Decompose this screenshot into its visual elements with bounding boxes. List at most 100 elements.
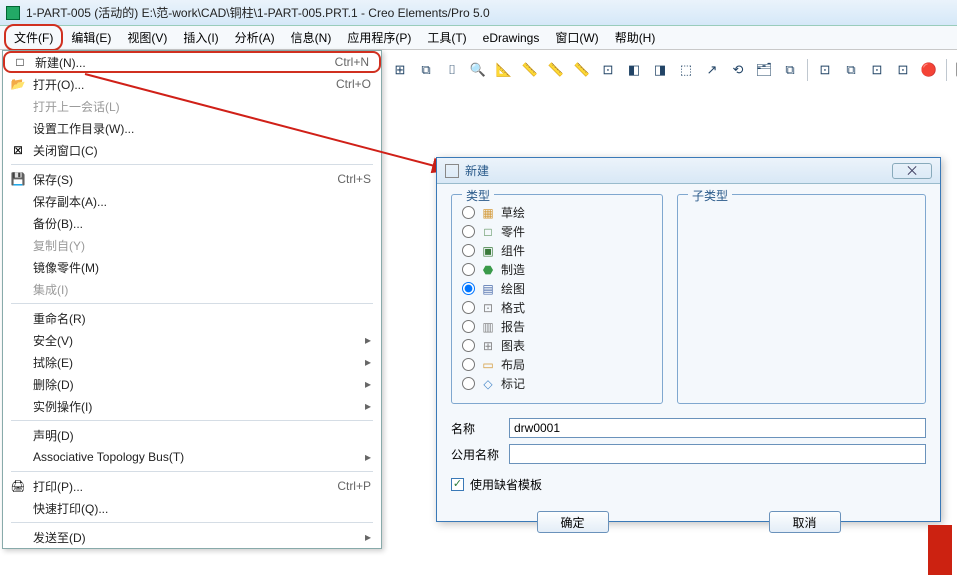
menu-item[interactable]: 设置工作目录(W)... <box>3 117 381 139</box>
menu-工具[interactable]: 工具(T) <box>419 26 474 49</box>
type-radio-row[interactable]: ▤绘图 <box>462 279 652 298</box>
menu-item[interactable]: 备份(B)... <box>3 212 381 234</box>
menu-窗口[interactable]: 窗口(W) <box>547 26 606 49</box>
menu-item[interactable]: 镜像零件(M) <box>3 256 381 278</box>
toolbar-button[interactable]: 🗂 <box>752 58 776 82</box>
type-radio[interactable] <box>462 225 475 238</box>
ok-button[interactable]: 确定 <box>537 511 609 533</box>
type-icon: ▭ <box>481 358 495 372</box>
type-radio-row[interactable]: ⬣制造 <box>462 260 652 279</box>
toolbar-button[interactable]: 📏 <box>518 58 542 82</box>
menu-item-shortcut: ▸ <box>365 399 371 413</box>
red-accent-bar <box>928 525 952 575</box>
toolbar-button[interactable]: ⬚ <box>674 58 698 82</box>
use-default-template-checkbox[interactable]: ✓ 使用缺省模板 <box>451 476 926 493</box>
toolbar-button[interactable]: ⧉ <box>839 58 863 82</box>
menu-item-icon: 📂 <box>9 76 27 92</box>
toolbar-button[interactable]: ⊡ <box>596 58 620 82</box>
menu-item[interactable]: 🖨打印(P)...Ctrl+P <box>3 475 381 497</box>
dialog-title: 新建 <box>465 162 892 179</box>
toolbar-button[interactable]: ⊡ <box>865 58 889 82</box>
menu-文件[interactable]: 文件(F) <box>4 24 63 51</box>
menu-item[interactable]: 重命名(R) <box>3 307 381 329</box>
toolbar-button[interactable]: ⌷ <box>440 58 464 82</box>
type-radio[interactable] <box>462 244 475 257</box>
menu-item-label: 关闭窗口(C) <box>33 142 371 159</box>
toolbar-button[interactable]: ⊡ <box>813 58 837 82</box>
toolbar-button[interactable]: ⊡ <box>891 58 915 82</box>
type-icon: ⊡ <box>481 301 495 315</box>
menu-插入[interactable]: 插入(I) <box>175 26 226 49</box>
menu-帮助[interactable]: 帮助(H) <box>607 26 664 49</box>
menu-item-shortcut: ▸ <box>365 377 371 391</box>
menu-item[interactable]: 发送至(D)▸ <box>3 526 381 548</box>
menu-item[interactable]: 💾保存(S)Ctrl+S <box>3 168 381 190</box>
toolbar-button[interactable]: ◨ <box>648 58 672 82</box>
toolbar-button[interactable]: ⟲ <box>726 58 750 82</box>
menu-item[interactable]: 安全(V)▸ <box>3 329 381 351</box>
menu-信息[interactable]: 信息(N) <box>283 26 340 49</box>
menu-应用程序[interactable]: 应用程序(P) <box>339 26 419 49</box>
menu-item-icon: ⊠ <box>9 142 27 158</box>
type-radio[interactable] <box>462 263 475 276</box>
type-radio-row[interactable]: ▣组件 <box>462 241 652 260</box>
menu-item[interactable]: ⊠ 关闭窗口(C) <box>3 139 381 161</box>
commonname-input[interactable] <box>509 444 926 464</box>
menu-item[interactable]: 保存副本(A)... <box>3 190 381 212</box>
type-radio[interactable] <box>462 206 475 219</box>
name-input[interactable] <box>509 418 926 438</box>
menu-item-label: Associative Topology Bus(T) <box>33 450 365 464</box>
type-radio[interactable] <box>462 358 475 371</box>
toolbar-button[interactable]: 📐 <box>492 58 516 82</box>
type-radio[interactable] <box>462 320 475 333</box>
type-radio[interactable] <box>462 339 475 352</box>
menu-编辑[interactable]: 编辑(E) <box>63 26 119 49</box>
menu-item[interactable]: 拭除(E)▸ <box>3 351 381 373</box>
toolbar-button[interactable]: 🔍 <box>466 58 490 82</box>
menu-item[interactable]: 删除(D)▸ <box>3 373 381 395</box>
menu-item-label: 集成(I) <box>33 281 371 298</box>
menu-item-icon <box>9 500 27 516</box>
menu-item[interactable]: Associative Topology Bus(T)▸ <box>3 446 381 468</box>
menu-item-icon <box>9 281 27 297</box>
menu-item[interactable]: 快速打印(Q)... <box>3 497 381 519</box>
type-radio-row[interactable]: □零件 <box>462 222 652 241</box>
type-radio-row[interactable]: ▥报告 <box>462 317 652 336</box>
toolbar-button[interactable]: 🔲 <box>952 58 957 82</box>
toolbar-button[interactable]: 📏 <box>544 58 568 82</box>
menu-item-label: 快速打印(Q)... <box>33 500 371 517</box>
type-radio[interactable] <box>462 301 475 314</box>
cancel-button[interactable]: 取消 <box>769 511 841 533</box>
type-icon: ▣ <box>481 244 495 258</box>
menu-视图[interactable]: 视图(V) <box>119 26 175 49</box>
type-icon: ⬣ <box>481 263 495 277</box>
menu-separator <box>11 420 373 421</box>
menu-分析[interactable]: 分析(A) <box>227 26 283 49</box>
type-radio[interactable] <box>462 377 475 390</box>
type-radio[interactable] <box>462 282 475 295</box>
dialog-close-button[interactable]: ⨉ <box>892 163 932 179</box>
menu-edrawings[interactable]: eDrawings <box>475 28 548 48</box>
menu-item-shortcut: ▸ <box>365 530 371 544</box>
toolbar-button[interactable]: ↗ <box>700 58 724 82</box>
type-radio-row[interactable]: ▦草绘 <box>462 203 652 222</box>
menu-item[interactable]: □新建(N)...Ctrl+N <box>3 51 381 73</box>
menu-item-icon <box>9 215 27 231</box>
menu-item[interactable]: 📂打开(O)...Ctrl+O <box>3 73 381 95</box>
toolbar-button[interactable]: 📏 <box>570 58 594 82</box>
toolbar-button[interactable]: ⊞ <box>388 58 412 82</box>
toolbar-button[interactable]: ⧉ <box>778 58 802 82</box>
menu-item[interactable]: 实例操作(I)▸ <box>3 395 381 417</box>
menu-item[interactable]: 声明(D) <box>3 424 381 446</box>
menu-item-label: 重命名(R) <box>33 310 371 327</box>
toolbar-button[interactable]: ◧ <box>622 58 646 82</box>
menu-item-label: 声明(D) <box>33 427 371 444</box>
type-radio-row[interactable]: ⊡格式 <box>462 298 652 317</box>
type-radio-row[interactable]: ⊞图表 <box>462 336 652 355</box>
menu-item-label: 安全(V) <box>33 332 365 349</box>
toolbar-button[interactable]: ⧉ <box>414 58 438 82</box>
type-radio-row[interactable]: ◇标记 <box>462 374 652 393</box>
toolbar-button[interactable]: 🔴 <box>917 58 941 82</box>
type-radio-row[interactable]: ▭布局 <box>462 355 652 374</box>
menu-item-label: 打印(P)... <box>33 478 337 495</box>
